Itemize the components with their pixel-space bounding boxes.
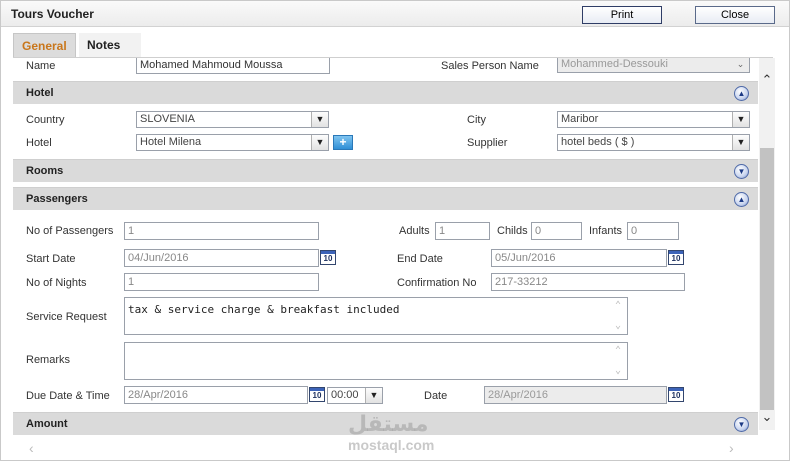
end-date-label: End Date	[397, 253, 443, 265]
end-date-field[interactable]: 05/Jun/2016	[491, 249, 667, 267]
watermark-text: mostaql.com	[348, 437, 435, 453]
remarks-label: Remarks	[26, 354, 71, 366]
chevron-up-icon[interactable]: ⌃	[759, 72, 775, 88]
vertical-scrollbar[interactable]: ⌃ ⌄	[759, 58, 775, 430]
no-of-nights-field[interactable]: 1	[124, 273, 319, 291]
country-value: SLOVENIA	[140, 113, 196, 125]
chevron-up-icon[interactable]: ⌃	[611, 300, 625, 312]
city-value: Maribor	[561, 113, 599, 125]
service-request-text: tax & service charge & breakfast include…	[128, 303, 400, 316]
watermark-logo: مستقل	[348, 411, 429, 436]
hotel-label: Hotel	[26, 137, 52, 149]
calendar-icon[interactable]: 10	[320, 250, 336, 265]
name-field[interactable]: Mohamed Mahmoud Moussa	[136, 58, 330, 74]
start-date-field[interactable]: 04/Jun/2016	[124, 249, 319, 267]
chevron-down-icon: ⌄	[732, 58, 749, 72]
chevron-up-icon[interactable]: ⌃	[611, 345, 625, 357]
calendar-icon[interactable]: 10	[309, 387, 325, 402]
scrollbar-thumb[interactable]	[760, 148, 774, 410]
title-bar: Tours Voucher Print Close	[1, 1, 789, 27]
textarea-scrollbar[interactable]: ⌃ ⌄	[611, 300, 625, 332]
name-label: Name	[26, 60, 56, 72]
textarea-scrollbar[interactable]: ⌃ ⌄	[611, 345, 625, 377]
section-passengers-title: Passengers	[26, 193, 88, 205]
date-label: Date	[424, 390, 448, 402]
no-of-nights-label: No of Nights	[26, 277, 87, 289]
sales-person-value: Mohammed-Dessouki	[561, 58, 668, 70]
confirmation-no-label: Confirmation No	[397, 277, 477, 289]
hotel-select[interactable]: Hotel Milena ▼	[136, 134, 329, 151]
tab-notes[interactable]: Notes	[79, 33, 141, 57]
add-hotel-button[interactable]: +	[333, 135, 353, 150]
service-request-label: Service Request	[26, 311, 107, 323]
city-label: City	[467, 114, 486, 126]
remarks-textarea[interactable]: ⌃ ⌄	[124, 342, 628, 380]
supplier-label: Supplier	[467, 137, 508, 149]
supplier-value: hotel beds ( $ )	[561, 136, 635, 148]
chevron-down-circle-icon[interactable]: ▼	[734, 417, 749, 432]
confirmation-no-field[interactable]: 217-33212	[491, 273, 685, 291]
sales-person-select: Mohammed-Dessouki ⌄	[557, 58, 750, 73]
section-rooms-title: Rooms	[26, 165, 64, 177]
supplier-select[interactable]: hotel beds ( $ ) ▼	[557, 134, 750, 151]
chevron-down-icon[interactable]: ▼	[311, 112, 328, 127]
calendar-icon[interactable]: 10	[668, 250, 684, 265]
childs-field[interactable]: 0	[531, 222, 582, 240]
chevron-down-icon[interactable]: ▼	[365, 388, 382, 403]
chevron-down-icon[interactable]: ▼	[311, 135, 328, 150]
due-date-time-label: Due Date & Time	[26, 390, 110, 402]
adults-label: Adults	[399, 225, 430, 237]
window-title: Tours Voucher	[11, 7, 94, 21]
infants-label: Infants	[589, 225, 623, 237]
tours-voucher-window: Tours Voucher Print Close General Notes …	[0, 0, 790, 461]
plus-icon: +	[339, 135, 347, 149]
section-hotel[interactable]: Hotel ▲	[13, 81, 758, 104]
chevron-right-icon[interactable]: ›	[729, 440, 734, 456]
tab-general[interactable]: General	[13, 33, 76, 57]
section-rooms[interactable]: Rooms ▼	[13, 159, 758, 182]
childs-label: Childs	[497, 225, 528, 237]
close-button[interactable]: Close	[695, 6, 775, 24]
form-content: Name Mohamed Mahmoud Moussa Sales Person…	[13, 58, 758, 456]
due-date-field[interactable]: 28/Apr/2016	[124, 386, 308, 404]
chevron-down-icon[interactable]: ⌄	[611, 320, 625, 332]
calendar-icon[interactable]: 10	[668, 387, 684, 402]
no-of-passengers-field[interactable]: 1	[124, 222, 319, 240]
chevron-up-circle-icon[interactable]: ▲	[734, 86, 749, 101]
section-hotel-title: Hotel	[26, 87, 54, 99]
chevron-down-icon[interactable]: ⌄	[611, 365, 625, 377]
chevron-down-circle-icon[interactable]: ▼	[734, 164, 749, 179]
no-of-passengers-label: No of Passengers	[26, 225, 114, 237]
country-select[interactable]: SLOVENIA ▼	[136, 111, 329, 128]
chevron-down-icon[interactable]: ▼	[732, 112, 749, 127]
section-amount-title: Amount	[26, 418, 68, 430]
date-field: 28/Apr/2016	[484, 386, 667, 404]
chevron-down-icon[interactable]: ⌄	[759, 409, 775, 425]
chevron-up-circle-icon[interactable]: ▲	[734, 192, 749, 207]
chevron-left-icon[interactable]: ‹	[29, 440, 34, 456]
section-passengers[interactable]: Passengers ▲	[13, 187, 758, 210]
country-label: Country	[26, 114, 65, 126]
infants-field[interactable]: 0	[627, 222, 679, 240]
due-time-value: 00:00	[331, 389, 359, 401]
hotel-value: Hotel Milena	[140, 136, 202, 148]
print-button[interactable]: Print	[582, 6, 662, 24]
sales-person-label: Sales Person Name	[441, 60, 539, 72]
city-select[interactable]: Maribor ▼	[557, 111, 750, 128]
service-request-textarea[interactable]: tax & service charge & breakfast include…	[124, 297, 628, 335]
adults-field[interactable]: 1	[435, 222, 490, 240]
chevron-down-icon[interactable]: ▼	[732, 135, 749, 150]
start-date-label: Start Date	[26, 253, 76, 265]
due-time-select[interactable]: 00:00 ▼	[327, 387, 383, 404]
